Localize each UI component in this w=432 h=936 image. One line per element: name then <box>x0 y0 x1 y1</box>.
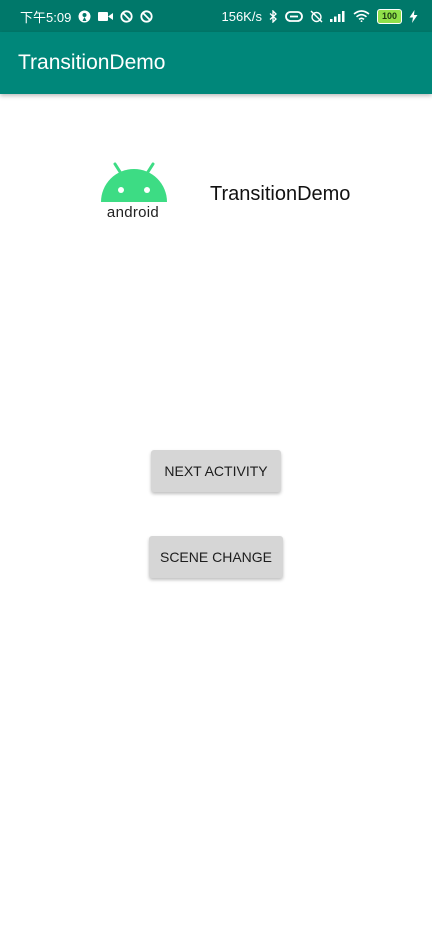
wifi-icon <box>353 10 370 22</box>
video-icon <box>98 11 114 22</box>
charging-icon <box>409 9 418 23</box>
next-activity-button[interactable]: NEXT ACTIVITY <box>151 450 281 492</box>
header-title: TransitionDemo <box>210 183 351 205</box>
app-bar: TransitionDemo <box>0 32 432 94</box>
signal-icon <box>329 10 346 22</box>
android-wordmark: android <box>106 204 160 221</box>
alarm-off-icon <box>310 10 323 23</box>
block-icon <box>120 9 133 23</box>
battery-level: 100 <box>381 11 397 21</box>
battery-icon: 100 <box>376 8 402 24</box>
location-icon <box>78 10 91 23</box>
status-bar: 下午5:09 156K/s 100 <box>0 0 432 32</box>
status-time: 下午5:09 <box>20 9 72 25</box>
block-icon <box>140 9 153 23</box>
screen: 下午5:09 156K/s 100 TransitionDemo android… <box>0 0 432 936</box>
scene-change-button[interactable]: SCENE CHANGE <box>149 536 283 578</box>
link-icon <box>285 10 303 22</box>
app-bar-title: TransitionDemo <box>18 51 166 74</box>
status-bar-left: 下午5:09 <box>20 7 153 26</box>
net-speed: 156K/s <box>221 8 262 24</box>
status-bar-right: 156K/s 100 <box>221 8 418 24</box>
bluetooth-icon <box>269 9 278 23</box>
